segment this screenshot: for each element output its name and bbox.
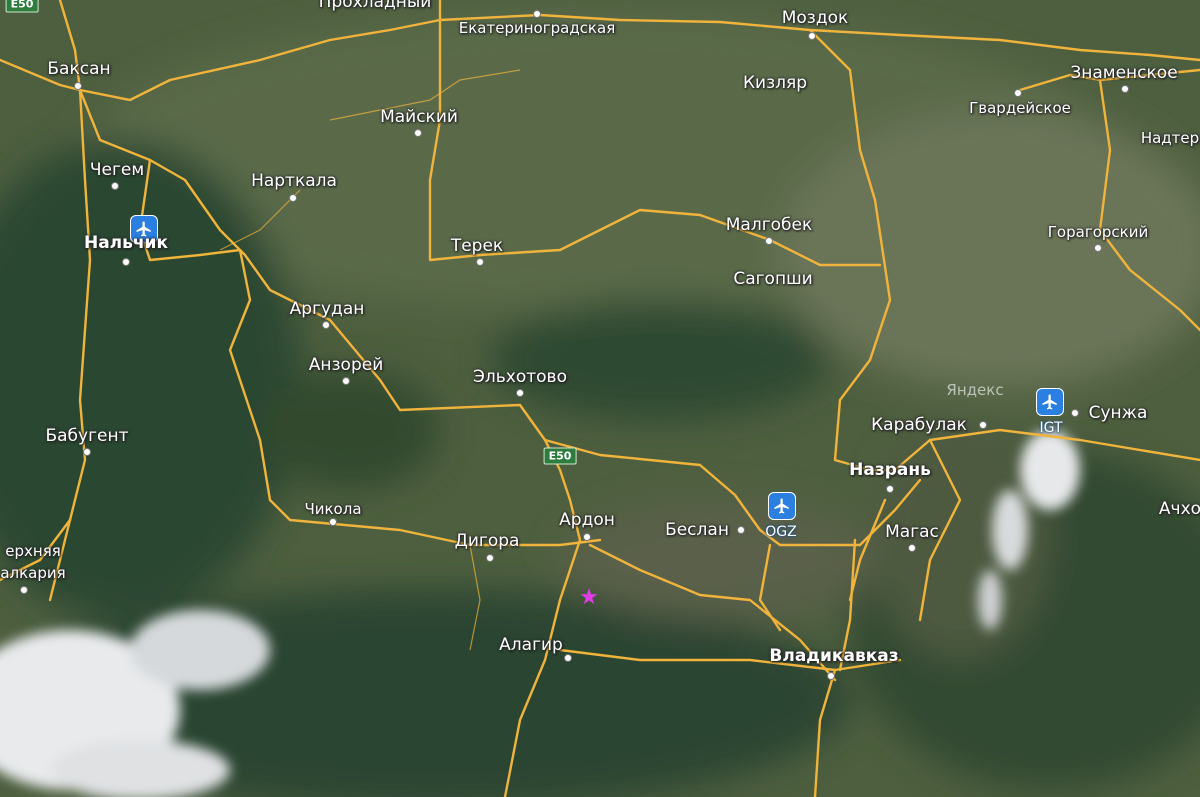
road-shield-e50-center: E50 [543, 447, 577, 465]
place-gvardeyskoe[interactable]: Гвардейское [969, 99, 1071, 117]
place-dot [1094, 244, 1102, 252]
airport-code-igt[interactable]: IGT [1039, 420, 1062, 436]
place-chikola[interactable]: Чикола [304, 500, 361, 518]
star-marker-icon[interactable]: ★ [579, 587, 599, 609]
place-terek[interactable]: Терек [451, 236, 503, 256]
place-dot [765, 237, 773, 245]
place-znamenskoe[interactable]: Знаменское [1070, 63, 1177, 83]
place-dot [808, 32, 816, 40]
place-sagopshi[interactable]: Сагопши [733, 269, 812, 289]
place-ardon[interactable]: Ардон [559, 510, 615, 530]
place-dot [476, 258, 484, 266]
place-sunzha[interactable]: Сунжа [1089, 403, 1148, 423]
place-dot [289, 194, 297, 202]
place-nartkala[interactable]: Нарткала [251, 171, 337, 191]
place-argudan[interactable]: Аргудан [290, 299, 365, 319]
place-alagir[interactable]: Алагир [499, 635, 563, 655]
airplane-icon[interactable] [1036, 388, 1064, 416]
place-baksan[interactable]: Баксан [47, 59, 110, 79]
place-dot [737, 526, 745, 534]
place-digora[interactable]: Дигора [455, 531, 520, 551]
place-dot [74, 82, 82, 90]
place-nazran[interactable]: Назрань [849, 460, 931, 480]
map-view[interactable]: Яндекс E50 E50 OGZ IGT ★ Прохладный Екат… [0, 0, 1200, 797]
place-prokhladny[interactable]: Прохладный [319, 0, 432, 12]
place-mozdok[interactable]: Моздок [782, 8, 849, 28]
place-ekaterinogradskaya[interactable]: Екатериноградская [459, 19, 615, 37]
airplane-icon[interactable] [768, 492, 796, 520]
place-elkhotovo[interactable]: Эльхотово [473, 367, 567, 387]
place-dot [1014, 89, 1022, 97]
place-chegem[interactable]: Чегем [90, 160, 144, 180]
place-dot [886, 485, 894, 493]
place-beslan[interactable]: Беслан [665, 520, 729, 540]
place-dot [908, 544, 916, 552]
place-dot [111, 182, 119, 190]
place-dot [1121, 85, 1129, 93]
place-dot [322, 321, 330, 329]
yandex-watermark: Яндекс [946, 381, 1004, 399]
place-vladikavkaz[interactable]: Владикавказ [769, 646, 898, 666]
place-dot [83, 448, 91, 456]
place-anzorey[interactable]: Анзорей [309, 355, 383, 375]
place-balkaria[interactable]: алкария [0, 564, 65, 582]
place-babugent[interactable]: Бабугент [45, 426, 128, 446]
place-goragorsky[interactable]: Горагорский [1048, 223, 1148, 241]
place-karabulak[interactable]: Карабулак [871, 415, 967, 435]
place-dot [20, 586, 28, 594]
place-dot [329, 518, 337, 526]
place-malgobek[interactable]: Малгобек [726, 215, 813, 235]
place-kizlyar[interactable]: Кизляр [743, 73, 807, 93]
place-dot [979, 421, 987, 429]
place-dot [564, 654, 572, 662]
place-dot [827, 672, 835, 680]
airport-code-ogz[interactable]: OGZ [765, 524, 796, 540]
place-nadterechnaya[interactable]: Надтер [1141, 129, 1199, 147]
place-achkhoy[interactable]: Ачхо [1159, 499, 1200, 519]
satellite-terrain [0, 0, 1200, 797]
place-dot [342, 377, 350, 385]
road-shield-e50-top: E50 [5, 0, 39, 13]
place-dot [486, 554, 494, 562]
place-magas[interactable]: Магас [885, 522, 939, 542]
place-dot [122, 258, 130, 266]
place-dot [414, 129, 422, 137]
place-nalchik[interactable]: Нальчик [84, 233, 168, 253]
place-dot [583, 533, 591, 541]
place-dot [516, 389, 524, 397]
place-dot [1071, 409, 1079, 417]
place-verkhnyaya[interactable]: ерхняя [5, 542, 60, 560]
place-dot [533, 10, 541, 18]
place-maysky[interactable]: Майский [380, 107, 458, 127]
